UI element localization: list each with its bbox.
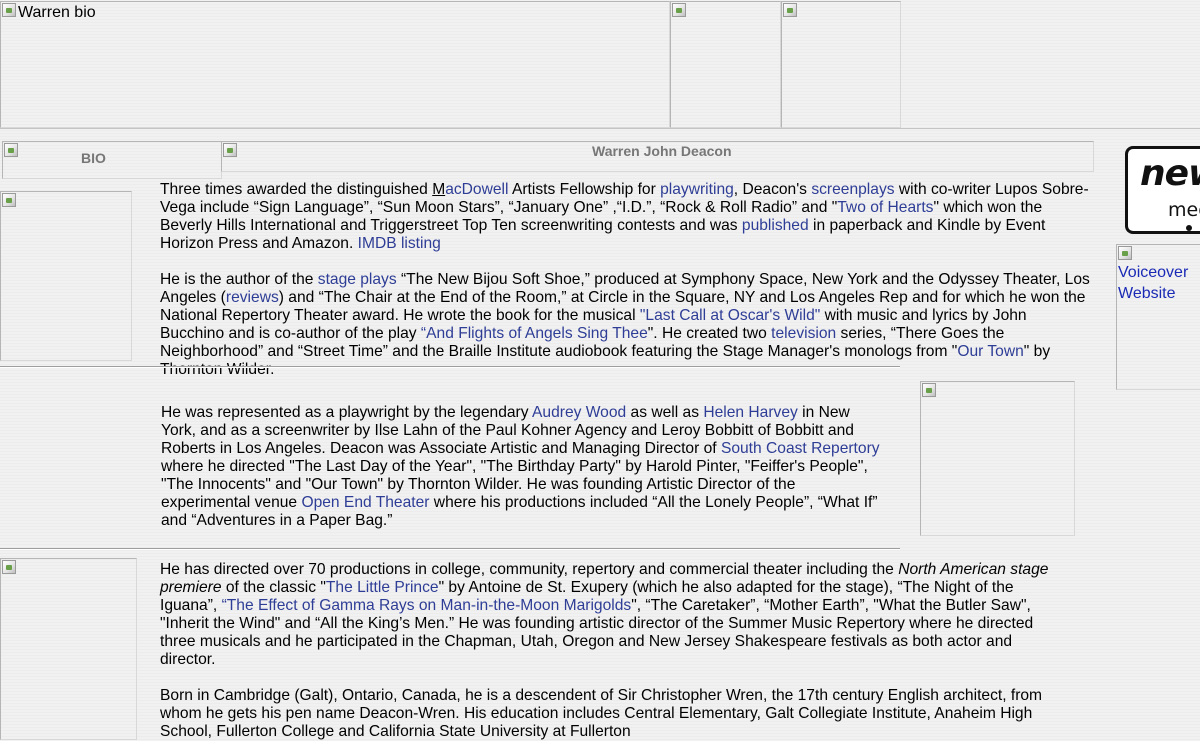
broken-image-icon [4, 143, 18, 157]
header-image-3 [781, 1, 901, 128]
bio-paragraph-1: Three times awarded the distinguished Ma… [160, 181, 1089, 252]
name-header-image: Warren John Deacon [221, 141, 1094, 172]
header-image-2 [670, 1, 781, 128]
broken-image-icon [1118, 246, 1132, 260]
open-end-theater-link[interactable]: Open End Theater [301, 494, 429, 511]
broken-image-icon [783, 3, 797, 17]
banner-image: Warren bio [0, 1, 670, 128]
our-town-link[interactable]: Our Town [957, 343, 1023, 360]
south-coast-repertory-link[interactable]: South Coast Repertory [721, 440, 880, 457]
broken-image-icon [922, 383, 936, 397]
broken-image-icon [2, 193, 16, 207]
broken-image-icon [2, 3, 16, 17]
bio-header-image: BIO [2, 141, 222, 179]
last-call-link[interactable]: "Last Call at Oscar's Wild" [640, 307, 820, 324]
bio-paragraph-5: Born in Cambridge (Galt), Ontario, Canad… [160, 687, 1043, 740]
imdb-link[interactable]: IMDB listing [358, 235, 441, 252]
banner-alt-text: Warren bio [18, 4, 96, 21]
broken-image-icon [672, 3, 686, 17]
voiceover-image-link[interactable]: Voiceover Website [1116, 244, 1200, 390]
two-of-hearts-link[interactable]: Two of Hearts [837, 199, 933, 216]
screenplays-link[interactable]: screenplays [811, 181, 894, 198]
helen-harvey-link[interactable]: Helen Harvey [703, 404, 797, 421]
section-divider-1 [0, 366, 900, 368]
flights-of-angels-link[interactable]: “And Flights of Angels Sing Thee [421, 325, 648, 342]
logo-line-2: med [1168, 199, 1200, 221]
logo-line-1: new [1140, 153, 1200, 194]
broken-image-icon [223, 143, 237, 157]
audrey-wood-link[interactable]: Audrey Wood [532, 404, 626, 421]
page-title: Warren John Deacon [592, 143, 732, 159]
macdowell-link[interactable]: acDowell [445, 181, 508, 198]
published-link[interactable]: published [742, 217, 809, 234]
bio-paragraph-4: He has directed over 70 productions in c… [160, 561, 1049, 668]
logo-dot [1186, 225, 1192, 231]
new-media-logo[interactable]: new med [1125, 146, 1200, 234]
section-divider-2 [0, 548, 900, 550]
voiceover-website-link[interactable]: Voiceover Website [1118, 262, 1200, 304]
photo-2 [920, 381, 1075, 536]
bio-paragraph-2: He is the author of the stage plays “The… [160, 271, 1090, 378]
television-link[interactable]: television [771, 325, 836, 342]
bio-paragraph-3: He was represented as a playwright by th… [161, 404, 880, 529]
little-prince-link[interactable]: The Little Prince [326, 579, 439, 596]
photo-3 [0, 558, 137, 740]
photo-1 [0, 191, 132, 361]
broken-image-icon [2, 560, 16, 574]
gamma-rays-link[interactable]: “The Effect of Gamma Rays on Man-in-the-… [222, 597, 632, 614]
stage-plays-link[interactable]: stage plays [318, 271, 397, 288]
banner-bottom-rule [0, 128, 1200, 129]
playwriting-link[interactable]: playwriting [660, 181, 734, 198]
bio-header-alt: BIO [81, 150, 106, 166]
macdowell-m: M [432, 181, 446, 198]
reviews-link[interactable]: reviews [226, 289, 279, 306]
